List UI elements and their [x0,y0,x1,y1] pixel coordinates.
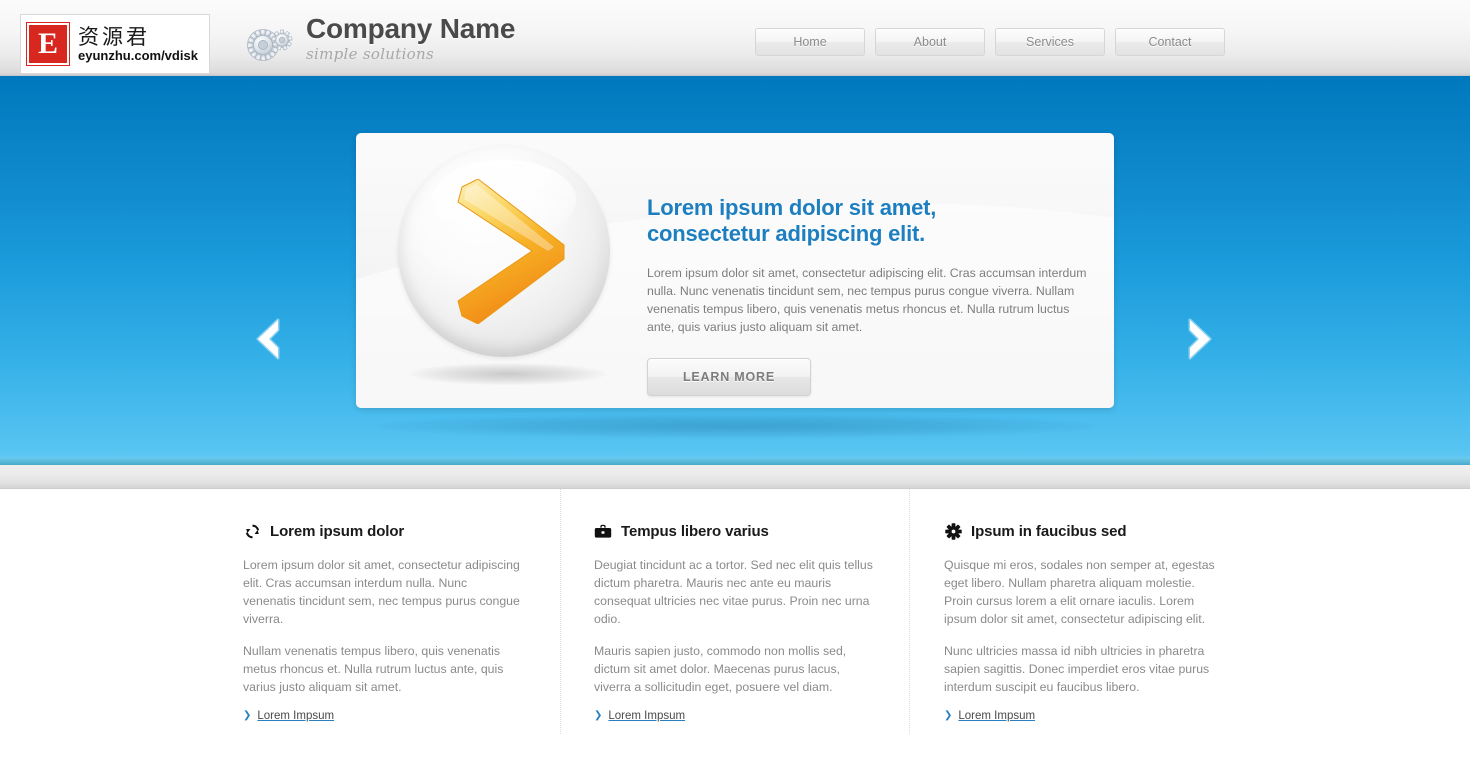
column-divider-2 [909,489,910,734]
chevron-right-small-icon: ❯ [594,710,603,721]
panel-reflection [376,414,1096,438]
feature-link-row-3[interactable]: ❯ Lorem Impsum [944,710,1224,722]
watermark-text: 资源君 eyunzhu.com/vdisk [78,26,198,63]
feature-link-3[interactable]: Lorem Impsum [958,710,1035,722]
slider-prev-button[interactable] [236,308,298,370]
briefcase-icon [594,522,612,540]
feature-paragraph-2b: Mauris sapien justo, commodo non mollis … [594,644,847,694]
nav-item-about[interactable]: About [875,28,985,56]
brand-tagline: simple solutions [306,45,434,63]
hero-banner: Lorem ipsum dolor sit amet, consectetur … [0,76,1470,465]
slider-next-button[interactable] [1170,308,1232,370]
slide-title: Lorem ipsum dolor sit amet, consectetur … [647,195,1087,247]
orange-chevron-icon [444,178,574,325]
gears-icon [244,15,300,65]
main-navigation: Home About Services Contact [755,28,1225,56]
feature-paragraph-3a: Quisque mi eros, sodales non semper at, … [944,558,1215,626]
feature-paragraph-3b: Nunc ultricies massa id nibh ultricies i… [944,644,1210,694]
feature-header-1: Lorem ipsum dolor [243,522,523,540]
feature-paragraph-1b: Nullam venenatis tempus libero, quis ven… [243,644,504,694]
nav-item-home[interactable]: Home [755,28,865,56]
section-separator [0,465,1470,489]
chevron-right-icon [1188,318,1212,360]
feature-column-1: Lorem ipsum dolor Lorem ipsum dolor sit … [243,522,523,723]
feature-link-1[interactable]: Lorem Impsum [257,710,334,722]
feature-link-2[interactable]: Lorem Impsum [608,710,685,722]
column-divider-1 [560,489,561,734]
feature-header-3: Ipsum in faucibus sed [944,522,1224,540]
brand-name: Company Name [306,13,516,44]
slide-title-line-1: Lorem ipsum dolor sit amet, [647,195,937,220]
nav-item-services[interactable]: Services [995,28,1105,56]
slide-body-text: Lorem ipsum dolor sit amet, consectetur … [647,266,1087,334]
nav-item-contact[interactable]: Contact [1115,28,1225,56]
feature-column-2: Tempus libero varius Deugiat tincidunt a… [594,522,874,723]
feature-title-3: Ipsum in faucibus sed [971,522,1127,540]
feature-paragraph-1a: Lorem ipsum dolor sit amet, consectetur … [243,558,520,626]
feature-header-2: Tempus libero varius [594,522,874,540]
feature-link-row-2[interactable]: ❯ Lorem Impsum [594,710,874,722]
gear-icon [944,522,962,540]
watermark-badge-letter: E [37,27,58,60]
feature-link-row-1[interactable]: ❯ Lorem Impsum [243,710,523,722]
feature-paragraph-2a: Deugiat tincidunt ac a tortor. Sed nec e… [594,558,873,626]
slide-title-line-2: consectetur adipiscing elit. [647,221,926,246]
features-section: Lorem ipsum dolor Lorem ipsum dolor sit … [0,489,1470,779]
brand-block[interactable]: Company Name simple solutions [244,12,515,65]
learn-more-button[interactable]: LEARN MORE [647,358,811,396]
chevron-right-small-icon: ❯ [243,710,252,721]
site-header: E 资源君 eyunzhu.com/vdisk Company Name sim… [0,0,1470,76]
slide-text-block: Lorem ipsum dolor sit amet, consectetur … [647,195,1087,396]
page-root: E 资源君 eyunzhu.com/vdisk Company Name sim… [0,0,1470,780]
chevron-left-icon [256,318,280,360]
hero-orb-graphic [398,145,623,395]
refresh-icon [243,522,261,540]
feature-column-3: Ipsum in faucibus sed Quisque mi eros, s… [944,522,1224,723]
watermark-chinese-text: 资源君 [78,24,150,49]
watermark-url-text: eyunzhu.com/vdisk [78,47,198,63]
watermark-badge-icon: E [26,22,70,66]
brand-text: Company Name simple solutions [306,12,515,63]
feature-title-2: Tempus libero varius [621,522,769,540]
watermark-logo: E 资源君 eyunzhu.com/vdisk [20,14,210,74]
orb-drop-shadow [410,363,606,385]
chevron-right-small-icon: ❯ [944,710,953,721]
feature-title-1: Lorem ipsum dolor [270,522,405,540]
slider-panel: Lorem ipsum dolor sit amet, consectetur … [356,133,1114,408]
banner-base-strip [0,457,1470,465]
